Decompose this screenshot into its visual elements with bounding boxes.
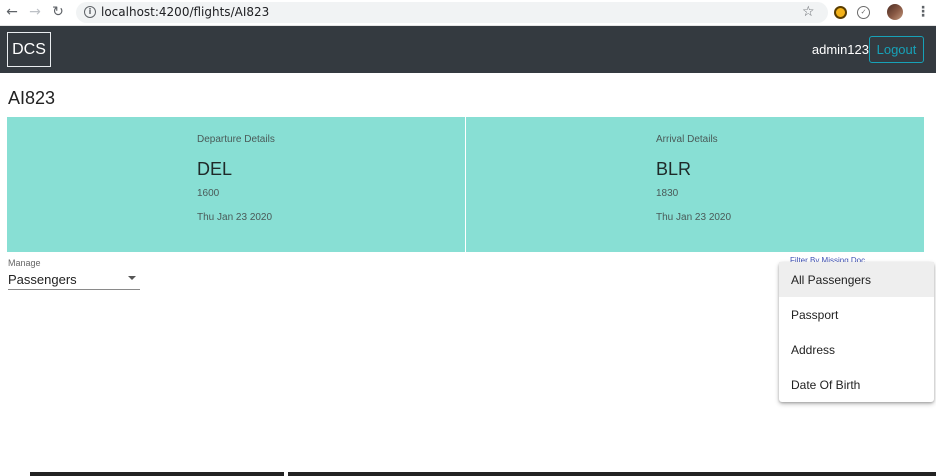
chevron-down-icon[interactable]	[128, 276, 136, 280]
app-navbar: DCS admin123 Logout	[0, 26, 936, 73]
departure-card: Departure Details DEL 1600 Thu Jan 23 20…	[7, 117, 465, 252]
filter-dropdown-panel: All Passengers Passport Address Date Of …	[779, 262, 934, 402]
filter-option-all-passengers[interactable]: All Passengers	[779, 262, 934, 297]
address-bar[interactable]: i localhost:4200/flights/AI823	[76, 2, 828, 23]
browser-toolbar: ← → ↻ i localhost:4200/flights/AI823 ☆ ✓…	[0, 0, 936, 26]
username-label: admin123	[811, 42, 869, 57]
arrow-right-icon[interactable]: →	[27, 4, 43, 20]
url-text[interactable]: localhost:4200/flights/AI823	[101, 5, 269, 19]
extension-icon[interactable]	[834, 6, 847, 19]
arrival-time: 1830	[656, 188, 679, 199]
logout-button[interactable]: Logout	[869, 36, 924, 63]
departure-date: Thu Jan 23 2020	[197, 212, 273, 223]
taskbar-divider	[284, 472, 288, 476]
arrival-code: BLR	[656, 159, 692, 179]
select-underline	[8, 289, 140, 290]
info-icon[interactable]: i	[84, 6, 96, 18]
arrival-date: Thu Jan 23 2020	[656, 212, 732, 223]
filter-option-date-of-birth[interactable]: Date Of Birth	[779, 367, 934, 402]
bookmark-star-icon[interactable]: ☆	[802, 4, 815, 20]
extension-icon[interactable]: ✓	[857, 6, 870, 19]
taskbar-edge	[30, 472, 936, 476]
flight-details: Departure Details DEL 1600 Thu Jan 23 20…	[7, 117, 924, 252]
departure-time: 1600	[197, 188, 220, 199]
profile-avatar[interactable]	[887, 4, 903, 20]
reload-icon[interactable]: ↻	[50, 4, 66, 20]
arrival-label: Arrival Details	[656, 134, 718, 145]
manage-label: Manage	[8, 258, 41, 268]
page-title: AI823	[8, 88, 56, 108]
brand-logo[interactable]: DCS	[7, 32, 51, 67]
filter-option-passport[interactable]: Passport	[779, 297, 934, 332]
manage-value[interactable]: Passengers	[8, 272, 77, 287]
manage-select[interactable]: Manage Passengers	[8, 258, 140, 291]
more-menu-icon[interactable]: ⋮	[916, 4, 930, 20]
departure-code: DEL	[197, 159, 233, 179]
filter-option-address[interactable]: Address	[779, 332, 934, 367]
arrival-card: Arrival Details BLR 1830 Thu Jan 23 2020	[466, 117, 924, 252]
arrow-left-icon[interactable]: ←	[4, 4, 20, 20]
departure-label: Departure Details	[197, 134, 275, 145]
